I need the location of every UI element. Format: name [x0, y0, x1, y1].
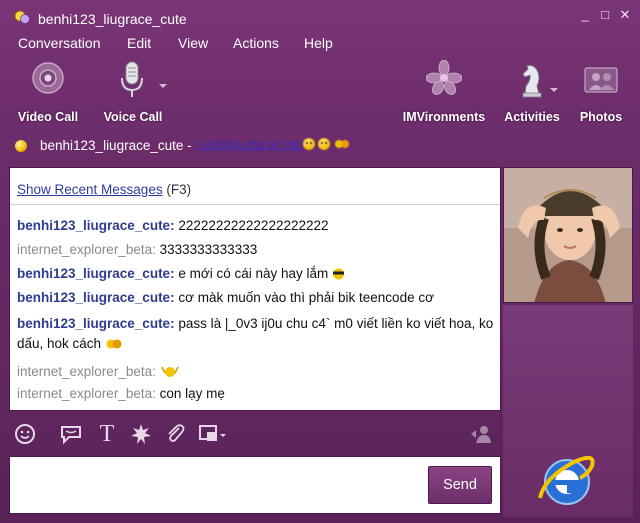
text-format-icon[interactable]: T	[95, 422, 119, 446]
message-text: cơ màk muốn vào thì phải bik teencode cơ	[178, 290, 434, 305]
photos-icon	[584, 67, 618, 93]
microphone-icon	[121, 61, 143, 97]
show-recent-link[interactable]: Show Recent Messages	[17, 182, 163, 197]
dancing-emoticon-icon	[106, 339, 122, 349]
flower-imvironment-icon	[426, 60, 462, 95]
status-message[interactable]: |_0v3 ij0u chu c4` m0	[196, 138, 350, 151]
contact-name: benhi123_liugrace_cute -	[40, 138, 192, 153]
chat-message: benhi123_liugrace_cute: 2222222222222222…	[17, 216, 497, 236]
chat-message: internet_explorer_beta: con lạy mẹ	[17, 384, 497, 404]
voice-bubble-icon[interactable]	[59, 422, 83, 446]
message-sender: benhi123_liugrace_cute:	[17, 316, 175, 331]
status-message-text: |_0v3 ij0u chu c4` m0	[196, 139, 301, 151]
close-button[interactable]: ✕	[618, 8, 632, 22]
messenger-logo-icon	[14, 10, 30, 24]
chess-knight-icon	[522, 65, 542, 98]
message-sender: internet_explorer_beta:	[17, 364, 156, 379]
webcam-icon	[32, 62, 64, 94]
menu-conversation[interactable]: Conversation	[18, 35, 101, 51]
internet-explorer-logo-icon	[538, 455, 595, 505]
message-text: e mới có cái này hay lắm	[178, 266, 329, 281]
chat-message: internet_explorer_beta:	[17, 362, 497, 382]
activities-button[interactable]: Activities	[502, 60, 562, 124]
message-sender: benhi123_liugrace_cute:	[17, 266, 175, 281]
menu-help[interactable]: Help	[304, 35, 333, 51]
dancing-emoticon-icon	[334, 140, 349, 148]
voice-call-label: Voice Call	[103, 110, 163, 124]
emoticon-icon[interactable]	[13, 422, 37, 446]
imvironments-label: IMVironments	[402, 110, 486, 124]
smiley-emoticon-icon	[303, 138, 316, 150]
format-toolbar: T	[9, 414, 501, 454]
voice-call-caret-icon[interactable]	[159, 84, 167, 88]
message-text: 3333333333333	[159, 242, 258, 257]
chat-message: benhi123_liugrace_cute: pass là |_0v3 ij…	[17, 314, 497, 354]
cool-emoticon-icon	[333, 268, 345, 280]
messenger-window: benhi123_liugrace_cute _ □ ✕ Conversatio…	[0, 0, 640, 523]
divider	[10, 204, 500, 205]
message-text: con lạy mẹ	[159, 386, 225, 401]
contact-status-bar: benhi123_liugrace_cute - |_0v3 ij0u chu …	[0, 134, 640, 160]
menu-bar: Conversation Edit View Actions Help	[0, 34, 640, 54]
praying-emoticon-icon	[160, 366, 179, 377]
message-text: 22222222222222222222	[178, 218, 329, 233]
attach-icon[interactable]	[163, 422, 187, 446]
chat-message: benhi123_liugrace_cute: e mới có cái này…	[17, 264, 497, 284]
activities-caret-icon[interactable]	[550, 88, 558, 92]
activities-label: Activities	[504, 110, 560, 124]
chat-history[interactable]: Show Recent Messages (F3) benhi123_liugr…	[9, 167, 501, 411]
buzz-icon[interactable]	[129, 422, 153, 446]
imvironments-button[interactable]: IMVironments	[400, 60, 488, 124]
menu-view[interactable]: View	[178, 35, 208, 51]
chat-message: benhi123_liugrace_cute: cơ màk muốn vào …	[17, 288, 497, 308]
send-button[interactable]: Send	[428, 466, 492, 504]
imvironment-select-icon[interactable]	[197, 422, 227, 446]
minimize-button[interactable]: _	[578, 8, 592, 22]
photos-button[interactable]: Photos	[576, 60, 626, 124]
photos-label: Photos	[579, 110, 623, 124]
message-sender: internet_explorer_beta:	[17, 386, 156, 401]
title-bar[interactable]: benhi123_liugrace_cute _ □ ✕	[0, 0, 640, 34]
voice-call-button[interactable]: Voice Call	[98, 60, 168, 124]
message-sender: internet_explorer_beta:	[17, 242, 156, 257]
contact-avatar[interactable]	[503, 167, 633, 303]
maximize-button[interactable]: □	[598, 8, 612, 22]
video-call-label: Video Call	[17, 110, 79, 124]
avatar-photo	[504, 168, 632, 302]
recent-shortcut: (F3)	[166, 182, 192, 197]
window-title: benhi123_liugrace_cute	[38, 11, 187, 27]
menu-actions[interactable]: Actions	[233, 35, 279, 51]
chat-message: internet_explorer_beta: 3333333333333	[17, 240, 497, 260]
message-sender: benhi123_liugrace_cute:	[17, 218, 175, 233]
smiley-emoticon-icon	[318, 138, 331, 150]
show-recent-messages[interactable]: Show Recent Messages (F3)	[17, 182, 191, 197]
message-sender: benhi123_liugrace_cute:	[17, 290, 175, 305]
menu-edit[interactable]: Edit	[127, 35, 151, 51]
video-call-button[interactable]: Video Call	[14, 60, 82, 124]
contact-panel-icon[interactable]	[469, 422, 493, 446]
online-status-icon	[15, 140, 27, 152]
